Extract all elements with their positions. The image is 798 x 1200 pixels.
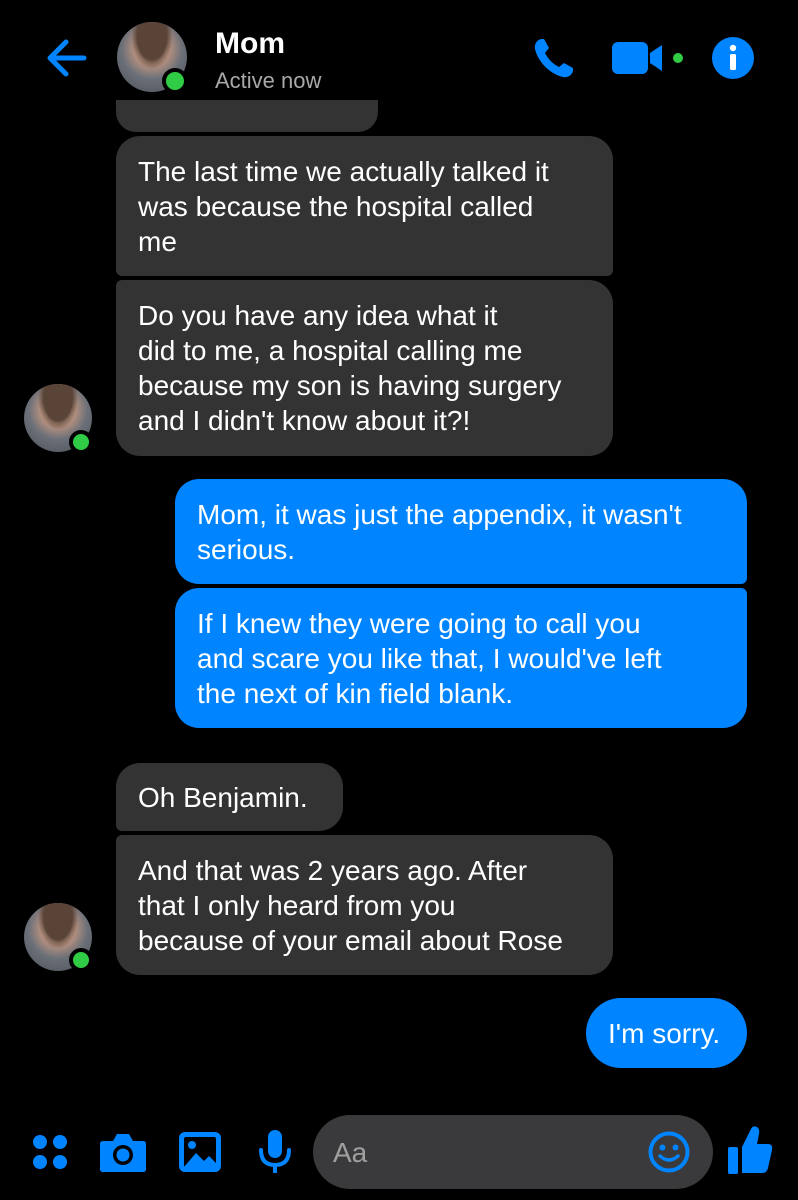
video-camera-icon[interactable] <box>612 40 672 76</box>
presence-indicator <box>162 68 188 94</box>
menu-dots-icon[interactable] <box>32 1134 68 1170</box>
message-bubble-incoming[interactable]: Do you have any idea what it did to me, … <box>116 280 613 456</box>
presence-indicator <box>69 430 93 454</box>
message-bubble-incoming[interactable]: The last time we actually talked it was … <box>116 136 613 276</box>
thumbs-up-icon[interactable] <box>727 1125 773 1175</box>
message-bubble-outgoing[interactable]: I'm sorry. <box>586 998 747 1068</box>
back-arrow-icon[interactable] <box>44 38 88 78</box>
message-input[interactable] <box>331 1135 635 1171</box>
contact-name[interactable]: Mom <box>215 27 285 61</box>
message-bubble-incoming[interactable]: Oh Benjamin. <box>116 763 343 831</box>
message-bubble-partial <box>116 100 378 132</box>
presence-indicator <box>69 948 93 972</box>
microphone-icon[interactable] <box>257 1129 293 1175</box>
gallery-icon[interactable] <box>178 1131 222 1173</box>
message-bubble-outgoing[interactable]: If I knew they were going to call you an… <box>175 588 747 728</box>
message-composer[interactable] <box>313 1115 713 1189</box>
phone-icon[interactable] <box>530 36 578 80</box>
message-bubble-incoming[interactable]: And that was 2 years ago. After that I o… <box>116 835 613 975</box>
message-bubble-outgoing[interactable]: Mom, it was just the appendix, it wasn't… <box>175 479 747 584</box>
camera-icon[interactable] <box>99 1131 147 1173</box>
video-active-dot <box>673 53 683 63</box>
info-icon[interactable] <box>711 36 755 80</box>
emoji-icon[interactable] <box>648 1131 690 1173</box>
contact-status: Active now <box>215 68 322 93</box>
